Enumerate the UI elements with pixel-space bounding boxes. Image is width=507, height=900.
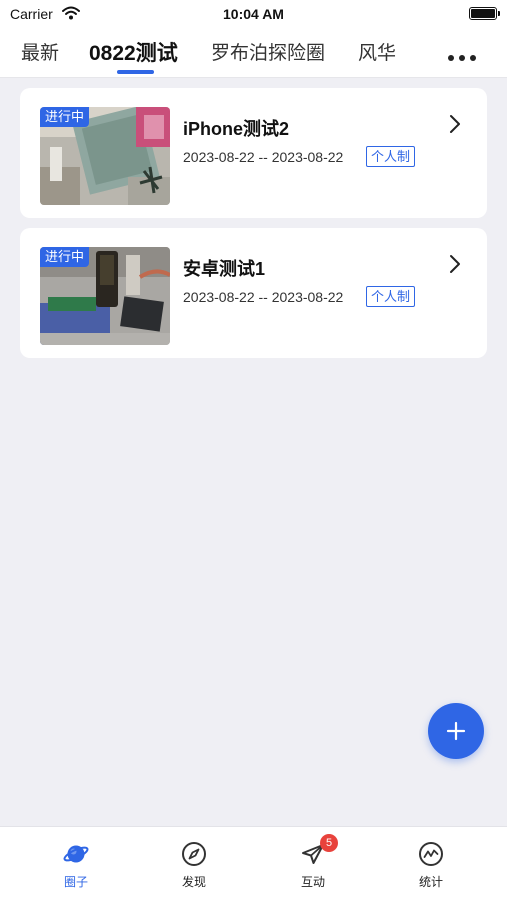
activity-thumbnail: 进行中 [40, 107, 170, 205]
tab-fenghua[interactable]: 风华 [358, 38, 396, 65]
nav-label: 互动 [300, 875, 325, 889]
compass-icon [182, 842, 206, 866]
tab-latest[interactable]: 最新 [21, 38, 59, 65]
active-tab-indicator [117, 70, 154, 74]
status-badge: 进行中 [40, 247, 90, 267]
tab-0822-test[interactable]: 0822测试 [89, 37, 178, 67]
nav-item-circle[interactable]: 圈子 [13, 827, 139, 900]
activity-date-range: 2023-08-22 -- 2023-08-22 [183, 289, 344, 305]
bottom-nav: 圈子 发现 5 互动 统计 [0, 826, 507, 900]
chevron-right-icon [450, 115, 460, 133]
chevron-right-icon [450, 255, 460, 273]
nav-label: 发现 [181, 875, 206, 889]
ellipsis-icon[interactable] [448, 48, 482, 61]
nav-label: 统计 [418, 875, 443, 889]
add-activity-button[interactable] [428, 703, 484, 759]
activity-card[interactable]: 进行中 安卓测试1 2023-08-22 -- 2023-08-22 个人制 [20, 228, 487, 358]
nav-item-statistics[interactable]: 统计 [368, 827, 494, 900]
status-time: 10:04 AM [223, 6, 284, 22]
notification-badge: 5 [320, 834, 338, 852]
activity-title: iPhone测试2 [183, 119, 290, 139]
nav-item-interaction[interactable]: 5 互动 [250, 827, 376, 900]
mode-tag: 个人制 [366, 146, 416, 167]
tab-lop-nur-expedition[interactable]: 罗布泊探险圈 [211, 38, 325, 65]
plus-icon [446, 721, 466, 741]
mode-tag: 个人制 [366, 286, 416, 307]
activity-card[interactable]: 进行中 iPhone测试2 2023-08-22 -- 2023-08-22 个… [20, 88, 487, 218]
activity-thumbnail: 进行中 [40, 247, 170, 345]
activity-title: 安卓测试1 [183, 259, 266, 279]
chart-trend-icon [419, 842, 443, 866]
nav-label: 圈子 [63, 875, 88, 889]
top-tab-bar: 最新 0822测试 罗布泊探险圈 风华 [0, 28, 507, 78]
nav-item-discover[interactable]: 发现 [131, 827, 257, 900]
battery-icon [469, 7, 500, 20]
activity-date-range: 2023-08-22 -- 2023-08-22 [183, 149, 344, 165]
status-badge: 进行中 [40, 107, 90, 127]
planet-icon [63, 845, 89, 863]
status-bar: Carrier 10:04 AM [0, 0, 507, 28]
